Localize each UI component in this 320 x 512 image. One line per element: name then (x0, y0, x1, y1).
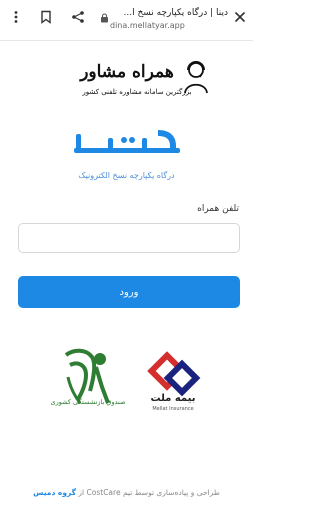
mellat-insurance-en: Mellat Insurance (152, 406, 194, 412)
footer-text: طراحی و پیاده‌سازی توسط تیم CostCare از (78, 488, 220, 497)
watermark-subtitle: بزرگترین سامانه مشاوره تلفنی کشور (82, 88, 192, 96)
footer: طراحی و پیاده‌سازی توسط تیم CostCare از … (0, 488, 253, 497)
brand-tagline: درگاه یکپارچه نسخ الکترونیک (78, 171, 175, 180)
url-text[interactable]: dina.mellatyar.app (110, 20, 228, 32)
watermark-title: همراه مشاور (80, 62, 174, 82)
lock-icon (101, 13, 108, 23)
share-icon[interactable] (70, 9, 86, 25)
phone-label: تلفن همراه (197, 204, 239, 214)
dina-logo (74, 130, 180, 153)
more-vert-icon[interactable] (8, 9, 24, 25)
watermark: همراه مشاور بزرگترین سامانه مشاوره تلفنی… (62, 60, 212, 110)
close-icon[interactable] (232, 9, 248, 25)
login-button[interactable]: ورود (18, 276, 240, 308)
mellat-insurance-fa: بیمه ملت (150, 393, 196, 404)
phone-input[interactable] (18, 223, 240, 253)
page-title: دینا | درگاه یکپارچه نسخ ا... (123, 8, 229, 18)
pension-fund-caption: صندوق بازنشستگی کشوری (50, 398, 126, 406)
browser-toolbar: دینا | درگاه یکپارچه نسخ ا... dina.mella… (0, 0, 253, 41)
footer-link[interactable]: گروه دمیس (33, 488, 76, 497)
bookmark-icon[interactable] (38, 9, 54, 25)
